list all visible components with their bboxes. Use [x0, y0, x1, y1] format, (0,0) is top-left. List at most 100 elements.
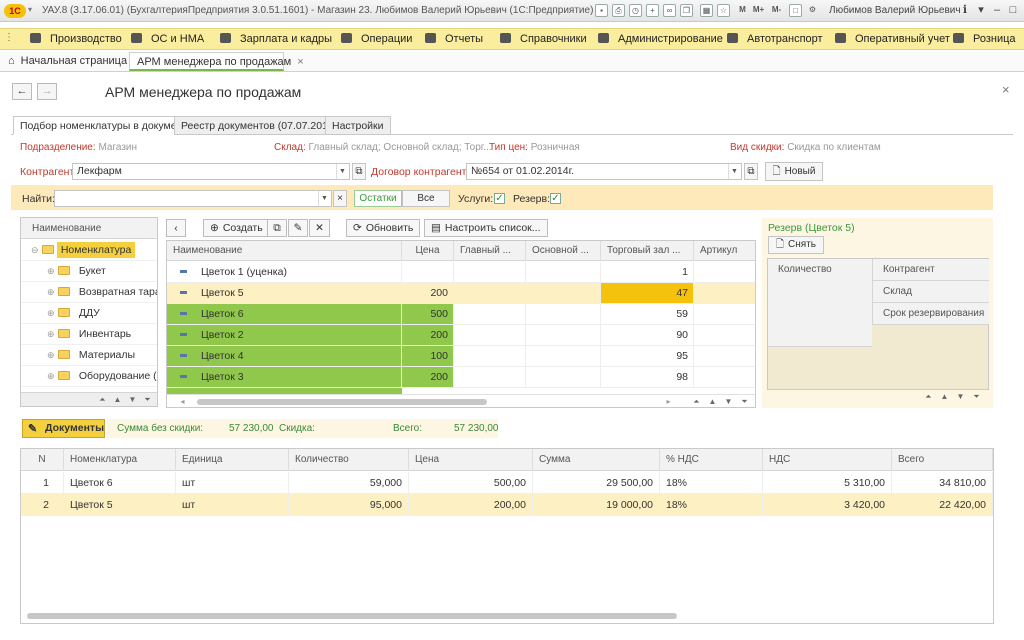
grid-row[interactable]: Цветок 6 500 59: [167, 304, 755, 325]
grid-cell-name[interactable]: Цветок 4: [167, 346, 402, 367]
doc-cell-total[interactable]: 34 810,00: [892, 472, 993, 494]
refresh-button[interactable]: ⟳ Обновить: [346, 219, 421, 237]
menu-toggle-icon[interactable]: ⋮: [4, 32, 14, 46]
doc-col-price[interactable]: Цена: [409, 449, 533, 471]
add-icon[interactable]: +: [646, 4, 659, 17]
app-menu-icon[interactable]: ▾: [28, 5, 32, 14]
doc-col-vat-rate[interactable]: % НДС: [660, 449, 763, 471]
grid-cell-main[interactable]: [454, 367, 526, 388]
doc-cell-vat[interactable]: 3 420,00: [763, 494, 892, 516]
doc-cell-vat_rate[interactable]: 18%: [660, 472, 763, 494]
copy-button[interactable]: ⧉: [267, 219, 287, 237]
counterparty-field[interactable]: Лекфарм: [72, 163, 350, 180]
doc-hscrollbar[interactable]: [27, 613, 677, 619]
grid-cell-price[interactable]: 500: [402, 304, 454, 325]
menu-item-administration[interactable]: Администрирование: [598, 29, 723, 49]
tab-registry[interactable]: Реестр документов (07.07.2017): [174, 116, 345, 135]
scroll-down-icon[interactable]: ▼: [953, 390, 968, 404]
doc-cell-sum[interactable]: 29 500,00: [533, 472, 660, 494]
grid-cell-hall[interactable]: 95: [601, 346, 694, 367]
delete-button[interactable]: ✕: [309, 219, 330, 237]
tab-home[interactable]: ⌂ Начальная страница: [8, 52, 127, 71]
scroll-right-icon[interactable]: ▸: [661, 395, 676, 407]
doc-cell-item[interactable]: Цветок 5: [64, 494, 176, 516]
minimize-icon[interactable]: –: [990, 3, 1004, 17]
expand-icon[interactable]: ⊕: [47, 324, 55, 345]
counterparty-open-icon[interactable]: ⧉: [352, 163, 366, 180]
tree-item[interactable]: ⊕ Букет: [21, 261, 157, 282]
forward-button[interactable]: →: [37, 83, 57, 100]
doc-cell-price[interactable]: 200,00: [409, 494, 533, 516]
mminus-icon[interactable]: M-: [770, 4, 783, 17]
tree-header[interactable]: Наименование: [21, 218, 157, 239]
grid-cell-article[interactable]: [694, 304, 755, 325]
favorites-icon[interactable]: ☆: [717, 4, 730, 17]
mplus-icon[interactable]: M+: [752, 4, 765, 17]
grid-cell-basic[interactable]: [526, 262, 601, 283]
grid-cell-price[interactable]: 200: [402, 325, 454, 346]
col-name[interactable]: Наименование: [167, 241, 402, 261]
doc-col-n[interactable]: N: [21, 449, 64, 471]
grid-cell-hall[interactable]: 1: [601, 262, 694, 283]
grid-cell-name[interactable]: Цветок 1 (уценка): [167, 262, 402, 283]
scroll-up-icon[interactable]: ▲: [937, 390, 952, 404]
grid-cell-main[interactable]: [454, 283, 526, 304]
tab-settings[interactable]: Настройки: [325, 116, 391, 135]
history-icon[interactable]: ◷: [629, 4, 642, 17]
counterparty-dropdown-icon[interactable]: ▼: [336, 164, 348, 179]
doc-col-qty[interactable]: Количество: [289, 449, 409, 471]
grid-row[interactable]: Цветок 4 100 95: [167, 346, 755, 367]
tree-item[interactable]: ⊕ Инвентарь: [21, 324, 157, 345]
doc-col-sum[interactable]: Сумма: [533, 449, 660, 471]
grid-hscrollbar[interactable]: [197, 399, 487, 405]
maximize-icon[interactable]: □: [1006, 3, 1020, 17]
grid-cell-main[interactable]: [454, 304, 526, 325]
doc-cell-total[interactable]: 22 420,00: [892, 494, 993, 516]
grid-cell-article[interactable]: [694, 346, 755, 367]
grid-cell-price[interactable]: 200: [402, 367, 454, 388]
reserve-col-term[interactable]: Срок резервирования: [872, 303, 989, 325]
doc-cell-unit[interactable]: шт: [176, 472, 289, 494]
grid-cell-basic[interactable]: [526, 283, 601, 304]
discount-type-value[interactable]: Скидка по клиентам: [787, 142, 881, 153]
grid-cell-name[interactable]: Цветок 2: [167, 325, 402, 346]
nomenclature-tree[interactable]: Наименование ⊖ Номенклатура ⊕ Букет ⊕ Во…: [20, 217, 158, 407]
tab-sales-manager[interactable]: АРМ менеджера по продажам ×: [129, 52, 304, 71]
grid-cell-hall[interactable]: 59: [601, 304, 694, 325]
grid-cell-main[interactable]: [454, 346, 526, 367]
collapse-icon[interactable]: ⊖: [31, 240, 39, 261]
contract-open-icon[interactable]: ⧉: [744, 163, 758, 180]
doc-cell-n[interactable]: 2: [21, 494, 64, 516]
grid-cell-article[interactable]: [694, 325, 755, 346]
scroll-top-icon[interactable]: ⏶: [95, 393, 110, 406]
dropdown-icon[interactable]: ▾: [974, 3, 988, 17]
grid-row[interactable]: Цветок 2 200 90: [167, 325, 755, 346]
menu-item-retail[interactable]: Розница: [953, 29, 1016, 49]
contract-dropdown-icon[interactable]: ▼: [728, 164, 740, 179]
configure-list-button[interactable]: ▤ Настроить список...: [424, 219, 548, 237]
edit-button[interactable]: ✎: [288, 219, 308, 237]
grid-row[interactable]: Цветок 1 (уценка) 1: [167, 262, 755, 283]
division-value[interactable]: Магазин: [98, 142, 137, 153]
doc-col-total[interactable]: Всего: [892, 449, 993, 471]
link-icon[interactable]: ∞: [663, 4, 676, 17]
doc-cell-vat[interactable]: 5 310,00: [763, 472, 892, 494]
grid-cell-basic[interactable]: [526, 304, 601, 325]
save-icon[interactable]: ▪: [595, 4, 608, 17]
close-icon[interactable]: ×: [1002, 82, 1010, 97]
menu-item-production[interactable]: Производство: [30, 29, 122, 49]
tree-item[interactable]: ⊕ Оборудование (о6: [21, 366, 157, 387]
scroll-bottom-icon[interactable]: ⏷: [969, 390, 984, 404]
expand-icon[interactable]: ⊕: [47, 282, 55, 303]
close-tab-icon[interactable]: ×: [297, 56, 303, 68]
current-user[interactable]: Любимов Валерий Юрьевич: [829, 5, 961, 16]
tree-item[interactable]: ⊖ Номенклатура: [21, 240, 157, 261]
grid-cell-name[interactable]: Цветок 5: [167, 283, 402, 304]
documents-button[interactable]: ✎ Документы: [22, 419, 105, 438]
tree-item[interactable]: ⊕ ДДУ: [21, 303, 157, 324]
grid-cell-hall[interactable]: 47: [601, 283, 694, 304]
reserve-col-qty[interactable]: Количество: [768, 259, 872, 347]
grid-cell-price[interactable]: 100: [402, 346, 454, 367]
doc-col-unit[interactable]: Единица: [176, 449, 289, 471]
search-input[interactable]: [54, 190, 332, 207]
